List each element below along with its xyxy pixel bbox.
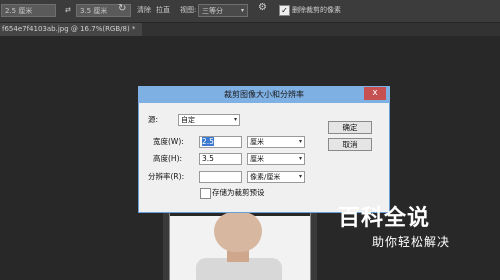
width-unit-value: 厘米: [250, 138, 264, 146]
width-input[interactable]: 2.5: [199, 136, 242, 148]
chevron-down-icon: ▾: [233, 116, 237, 123]
delete-cropped-label: 删除裁剪的像素: [292, 6, 341, 14]
save-preset-checkbox[interactable]: [200, 188, 211, 199]
chevron-down-icon: ▾: [298, 138, 302, 145]
source-label: 源:: [148, 115, 159, 124]
cancel-button[interactable]: 取消: [328, 138, 372, 151]
chevron-down-icon: ▾: [298, 155, 302, 162]
height-unit-select[interactable]: 厘米 ▾: [247, 153, 305, 165]
document-tab[interactable]: f654e7f4103ab.jpg @ 16.7%(RGB/8) *: [0, 23, 142, 36]
height-unit-value: 厘米: [250, 155, 264, 163]
resolution-unit-value: 像素/厘米: [250, 173, 281, 181]
view-select-value: 三等分: [202, 7, 223, 15]
crop-width-field[interactable]: 2.5 厘米: [1, 4, 56, 17]
width-input-value: 2.5: [202, 137, 214, 146]
gear-icon[interactable]: ⚙: [258, 2, 267, 13]
view-label: 视图:: [180, 6, 197, 14]
source-select-value: 自定: [181, 116, 195, 124]
resolution-unit-select[interactable]: 像素/厘米 ▾: [247, 171, 305, 183]
resolution-input[interactable]: [199, 171, 242, 183]
chevron-down-icon: ▾: [240, 7, 244, 14]
close-button[interactable]: x: [364, 87, 386, 100]
straighten-button[interactable]: 拉直: [156, 5, 170, 16]
save-preset-label: 存储为裁剪预设: [212, 188, 265, 197]
source-select[interactable]: 自定 ▾: [178, 114, 240, 126]
width-unit-select[interactable]: 厘米 ▾: [247, 136, 305, 148]
delete-cropped-checkbox[interactable]: ✓: [279, 5, 290, 16]
crop-handle-right[interactable]: [310, 210, 317, 280]
person-head: [214, 212, 262, 252]
watermark-subtitle: 助你轻松解决: [372, 235, 451, 249]
swap-dimensions-icon[interactable]: ⇄: [65, 5, 71, 16]
height-input[interactable]: 3.5: [199, 153, 242, 165]
ok-button[interactable]: 确定: [328, 121, 372, 134]
view-select[interactable]: 三等分 ▾: [198, 4, 248, 17]
height-label: 高度(H):: [153, 154, 183, 163]
resolution-label: 分辨率(R):: [148, 172, 185, 181]
chevron-down-icon: ▾: [298, 173, 302, 180]
clear-button[interactable]: 清除: [137, 5, 151, 16]
rotate-icon[interactable]: ↻: [118, 3, 126, 14]
dialog-title: 裁剪图像大小和分辨率: [224, 90, 304, 99]
width-label: 宽度(W):: [153, 137, 184, 146]
crop-handle-left[interactable]: [163, 210, 170, 280]
watermark-title: 百科全说: [338, 206, 431, 231]
options-bar: 2.5 厘米 ⇄ 3.5 厘米 ↻ 清除 拉直 视图: 三等分 ▾ ⚙ ✓ 删除裁…: [0, 0, 500, 23]
